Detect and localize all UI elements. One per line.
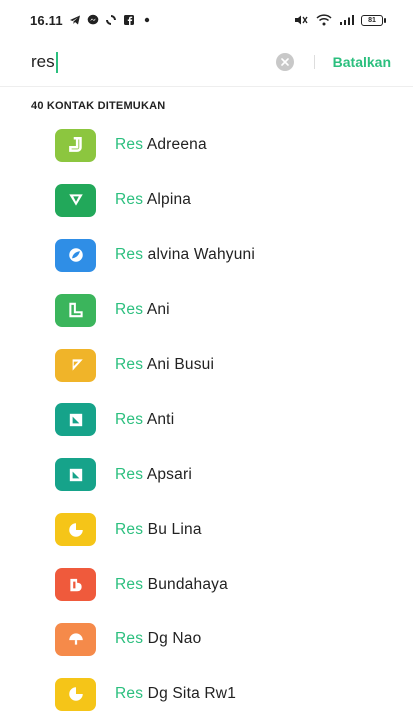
contact-list-item[interactable]: Res Ani	[0, 283, 413, 338]
contact-name-rest: Dg Nao	[143, 630, 202, 648]
contact-name: Res Adreena	[115, 136, 207, 154]
mushroom-icon	[68, 633, 83, 646]
contact-name-match: Res	[115, 191, 144, 209]
contact-name-match: Res	[115, 301, 144, 319]
contact-avatar	[55, 513, 96, 547]
facebook-icon	[123, 15, 134, 25]
contact-name: Res Alpina	[115, 191, 191, 209]
contact-avatar	[55, 183, 96, 217]
header-divider	[0, 86, 413, 87]
contact-avatar	[55, 568, 96, 602]
contact-list: Res Adreena Res Alpina Res alvina Wahyuni R…	[0, 118, 413, 722]
flag-triangle-icon	[69, 359, 83, 371]
contact-name-rest: Bundahaya	[143, 575, 228, 593]
contact-avatar	[55, 622, 96, 656]
contact-list-item[interactable]: Res alvina Wahyuni	[0, 228, 413, 283]
contact-name-rest: Bu Lina	[143, 520, 202, 538]
pie-chart-icon	[68, 522, 83, 537]
contact-name-rest: Dg Sita Rw1	[143, 685, 237, 703]
system-icons: 81	[293, 14, 386, 26]
contact-name-match: Res	[115, 356, 144, 373]
status-bar: 16.11 81	[0, 0, 413, 40]
contact-name-match: Res	[115, 136, 144, 154]
text-caret	[55, 51, 58, 73]
telegram-icon	[69, 15, 80, 25]
contact-list-item[interactable]: Res Anti	[0, 392, 413, 447]
contact-name: Res Dg Sita Rw1	[115, 685, 236, 703]
contact-name-match: Res	[115, 575, 144, 593]
messenger-icon	[87, 14, 99, 25]
triangle-down-icon	[68, 194, 83, 206]
contact-list-item[interactable]: Res Bu Lina	[0, 502, 413, 557]
status-time: 16.11	[30, 12, 63, 28]
contact-name: Res Bu Lina	[115, 521, 202, 539]
diagonal-square-icon	[69, 468, 82, 481]
contact-name-match: Res	[115, 630, 144, 648]
contact-name: Res alvina Wahyuni	[115, 246, 255, 264]
contact-name: Res Dg Nao	[115, 630, 201, 648]
contact-name-rest: Adreena	[143, 136, 207, 154]
b-block-icon	[69, 578, 82, 591]
search-input[interactable]: res	[31, 51, 276, 73]
contact-avatar	[55, 293, 96, 327]
wifi-icon	[316, 14, 332, 26]
contact-list-item[interactable]: Res Adreena	[0, 118, 413, 173]
search-query: res	[31, 52, 55, 71]
search-divider	[313, 55, 315, 69]
result-count: 40 KONTAK DITEMUKAN	[31, 100, 166, 112]
contact-name-rest: Ani	[143, 301, 170, 319]
contact-name: Res Apsari	[115, 466, 192, 484]
contact-name-match: Res	[115, 246, 144, 264]
contact-name-rest: Anti	[143, 410, 175, 428]
notification-icons	[69, 14, 153, 26]
leaf-circle-icon	[68, 248, 83, 262]
search-bar: res Batalkan	[0, 40, 413, 84]
contact-avatar	[55, 403, 96, 437]
contact-name-match: Res	[115, 685, 144, 703]
contact-name-match: Res	[115, 410, 144, 428]
contact-avatar	[55, 238, 96, 272]
contact-name-rest: Alpina	[143, 191, 192, 209]
contact-avatar	[55, 128, 96, 162]
contact-list-item[interactable]: Res Alpina	[0, 173, 413, 228]
contact-list-item[interactable]: Res Apsari	[0, 447, 413, 502]
contact-list-item[interactable]: Res Ani Busui	[0, 338, 413, 393]
contact-name-rest: Ani Busui	[143, 356, 215, 373]
j-shape-icon	[68, 137, 82, 153]
pie-chart-icon	[68, 687, 83, 702]
contact-name: Res Anti	[115, 411, 174, 429]
contact-name: Res Bundahaya	[115, 576, 228, 594]
contact-avatar	[55, 677, 96, 711]
contact-name-rest: alvina Wahyuni	[143, 246, 256, 264]
cancel-button[interactable]: Batalkan	[333, 54, 391, 70]
mute-icon	[295, 15, 308, 25]
contact-name: Res Ani	[115, 301, 170, 319]
contact-list-item[interactable]: Res Dg Nao	[0, 612, 413, 667]
battery-icon: 81	[361, 14, 386, 26]
sync-icon	[105, 15, 116, 25]
contact-avatar	[55, 458, 96, 492]
close-icon	[280, 58, 289, 66]
contact-name: Res Ani Busui	[115, 356, 214, 374]
diagonal-square-icon	[69, 413, 82, 427]
contact-list-item[interactable]: Res Bundahaya	[0, 557, 413, 612]
dot-icon	[144, 17, 150, 23]
clear-search-button[interactable]	[275, 53, 294, 71]
contact-avatar	[55, 348, 96, 382]
contact-name-match: Res	[115, 465, 144, 483]
l-shape-icon	[68, 302, 83, 318]
signal-icon	[340, 15, 354, 25]
contact-list-item[interactable]: Res Dg Sita Rw1	[0, 667, 413, 722]
contact-name-rest: Apsari	[143, 465, 192, 483]
contact-name-match: Res	[115, 520, 144, 538]
